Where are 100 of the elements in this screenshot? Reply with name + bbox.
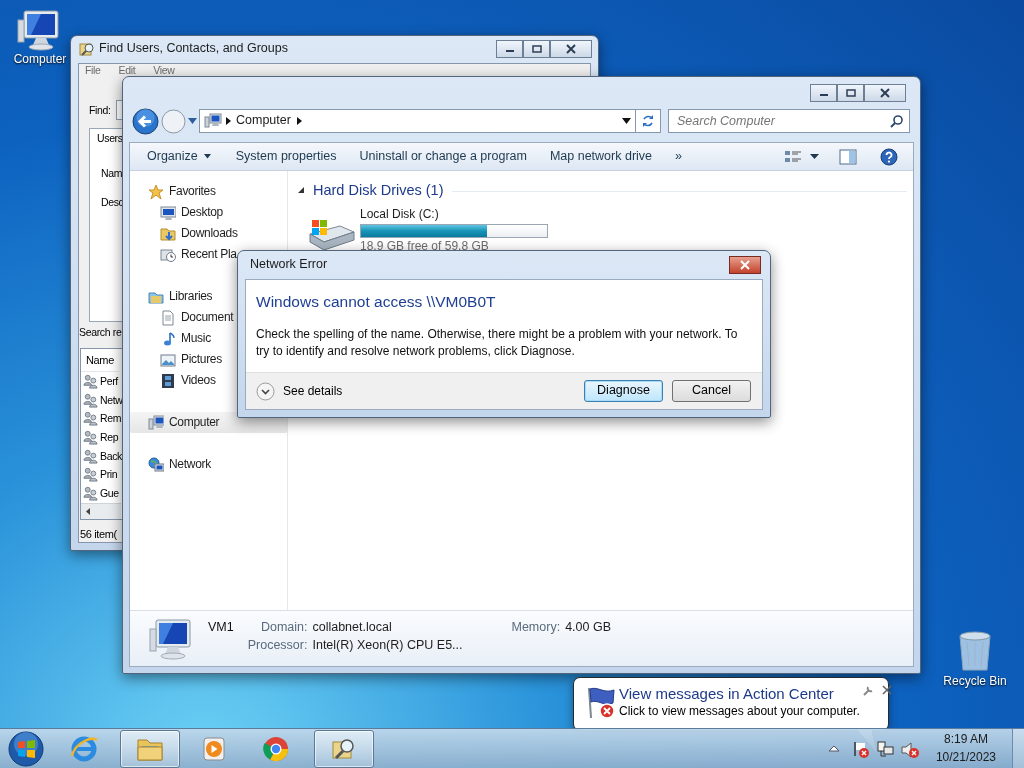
notification-text: Click to view messages about your computer.	[619, 703, 860, 719]
address-bar[interactable]: Computer	[199, 109, 636, 133]
notification-balloon[interactable]: View messages in Action Center Click to view messages about your computer.	[573, 677, 889, 731]
monitor-icon	[160, 204, 176, 221]
desktop-icon-label[interactable]: Computer	[13, 52, 67, 67]
window-title: Find Users, Contacts, and Groups	[99, 40, 289, 57]
error-heading: Windows cannot access \\VM0B0T	[256, 292, 497, 312]
horizontal-scrollbar[interactable]	[81, 502, 121, 520]
menu-item[interactable]: View	[153, 65, 175, 77]
drive-name: Local Disk (C:)	[360, 207, 440, 223]
toolbar-button[interactable]: Map network drive	[542, 148, 660, 165]
users-icon	[83, 411, 98, 427]
collapse-triangle-icon[interactable]	[297, 186, 305, 195]
menu-item[interactable]: Edit	[118, 65, 136, 77]
taskbar-button[interactable]	[314, 729, 374, 768]
back-button[interactable]	[132, 107, 159, 135]
toolbar-button[interactable]: Uninstall or change a program	[352, 148, 534, 165]
nav-item[interactable]: Desktop	[130, 202, 227, 223]
film-strip-icon	[160, 372, 176, 389]
search-icon[interactable]	[890, 114, 904, 128]
document-icon	[160, 309, 176, 326]
dropdown-arrow-icon	[188, 118, 197, 124]
list-row[interactable]: Perf	[81, 372, 118, 391]
more-button[interactable]: »	[668, 148, 689, 165]
restore-icon	[531, 44, 542, 53]
nav-item[interactable]: Videos	[130, 370, 220, 391]
wrench-icon[interactable]	[861, 685, 874, 697]
column-header[interactable]: Name	[81, 349, 119, 373]
computer-icon	[148, 414, 164, 431]
network-icon[interactable]	[875, 739, 896, 758]
dialog-button[interactable]: Cancel	[672, 380, 751, 402]
list-row[interactable]: Netw	[81, 390, 123, 410]
see-details-toggle[interactable]: See details	[256, 381, 343, 401]
list-row[interactable]: Gue	[81, 484, 119, 503]
nav-item[interactable]: Libraries	[130, 286, 217, 307]
menu-item[interactable]: File	[85, 65, 101, 77]
results-label: Search re	[79, 326, 122, 340]
users-icon	[83, 448, 98, 464]
show-desktop-button[interactable]	[1012, 728, 1024, 768]
caret-icon	[810, 153, 819, 160]
nav-item[interactable]: Downloads	[130, 223, 242, 244]
download-folder-icon	[160, 225, 176, 242]
users-icon	[83, 429, 98, 445]
close-button[interactable]	[729, 256, 761, 274]
drive-item[interactable]: Local Disk (C:) 18.9 GB free of 59.8 GB	[306, 207, 907, 255]
computer-name: VM1	[208, 619, 234, 636]
desktop-icon-label[interactable]: Recycle Bin	[943, 674, 1007, 689]
nav-item[interactable]: Pictures	[130, 349, 226, 370]
detail-value: Intel(R) Xeon(R) CPU E5...	[312, 637, 463, 654]
start-button[interactable]	[6, 729, 46, 768]
close-button[interactable]	[864, 84, 906, 102]
tab-label[interactable]: Users	[97, 132, 123, 146]
chevron-down-icon	[256, 381, 275, 401]
maximize-button[interactable]	[523, 39, 550, 58]
recent-pages-button[interactable]	[188, 118, 197, 124]
close-icon[interactable]	[881, 685, 892, 695]
muted-speaker-icon[interactable]	[899, 739, 920, 758]
list-row[interactable]: Rem	[81, 409, 122, 429]
list-row[interactable]: Prin	[81, 465, 118, 484]
flag-error-icon[interactable]	[851, 739, 872, 758]
status-bar-text: 56 item(	[80, 528, 117, 542]
magnifier-icon	[79, 40, 95, 57]
list-row[interactable]: Back	[81, 446, 122, 466]
nav-item[interactable]: Document	[130, 307, 238, 328]
taskbar-button[interactable]	[120, 729, 180, 768]
restore-icon	[845, 89, 856, 97]
detail-label: Memory:	[511, 619, 561, 636]
search-field[interactable]: Search Computer	[668, 109, 910, 133]
breadcrumb-link[interactable]: Computer	[236, 113, 291, 129]
close-icon	[565, 43, 577, 54]
list-row[interactable]: Rep	[81, 428, 119, 447]
star-icon	[148, 183, 164, 200]
toolbar-button[interactable]: System properties	[228, 148, 344, 165]
details-view-icon	[784, 148, 802, 165]
users-icon	[83, 392, 98, 408]
minimize-button[interactable]	[810, 84, 837, 102]
detail-value: 4.00 GB	[565, 619, 611, 636]
nav-item[interactable]: Network	[130, 454, 215, 475]
nav-item[interactable]: Favorites	[130, 181, 220, 202]
nav-item[interactable]: Computer	[130, 412, 287, 433]
drive-free-space: 18.9 GB free of 59.8 GB	[360, 239, 490, 255]
dialog-button[interactable]: Diagnose	[584, 380, 663, 402]
maximize-button[interactable]	[837, 84, 864, 102]
minimize-button[interactable]	[496, 39, 523, 58]
help-icon	[880, 147, 898, 166]
detail-label: Domain:	[259, 619, 308, 636]
notification-title[interactable]: View messages in Action Center	[619, 685, 860, 704]
preview-pane-icon	[839, 148, 857, 165]
group-header[interactable]: Hard Disk Drives (1)	[313, 181, 444, 200]
users-icon	[83, 485, 98, 501]
users-icon	[83, 374, 98, 390]
nav-item[interactable]: Music	[130, 328, 215, 349]
refresh-button[interactable]	[636, 109, 661, 133]
field-label: Desc	[101, 196, 124, 210]
clock-date[interactable]: 10/21/2023	[935, 748, 996, 766]
dropdown-arrow-icon[interactable]	[622, 118, 631, 124]
caret-icon	[201, 153, 213, 160]
close-button[interactable]	[550, 39, 592, 58]
toolbar-button[interactable]: Organize	[140, 148, 220, 165]
clock-time[interactable]: 8:19 AM	[935, 731, 996, 749]
